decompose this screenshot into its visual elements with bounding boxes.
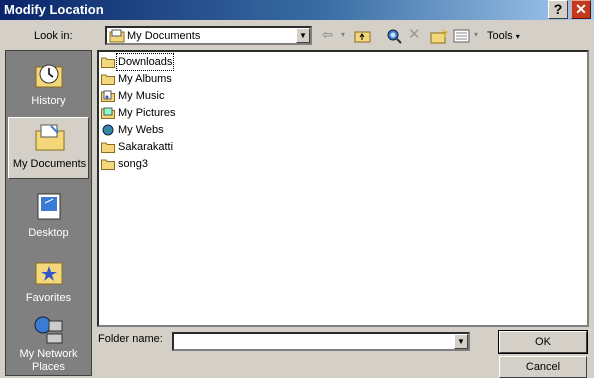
views-dropdown-icon[interactable]: ▾	[474, 28, 478, 42]
delete-icon[interactable]: ✕	[408, 27, 421, 42]
chevron-down-icon[interactable]: ▼	[454, 334, 468, 349]
close-icon: ✕	[575, 1, 587, 17]
place-history[interactable]: History	[8, 55, 89, 117]
folder-name-input[interactable]: ▼	[172, 332, 470, 351]
list-item[interactable]: Sakarakatti	[101, 139, 174, 155]
place-label: My Documents	[12, 158, 87, 170]
title-bar: Modify Location ? ✕	[0, 0, 594, 20]
desktop-icon	[37, 193, 61, 220]
music-folder-icon	[101, 90, 115, 103]
place-label: My Network Places	[19, 348, 78, 373]
my-documents-icon	[35, 124, 65, 151]
pictures-folder-icon	[101, 107, 115, 120]
list-item[interactable]: Downloads	[101, 53, 175, 71]
search-web-icon[interactable]	[385, 28, 403, 44]
cancel-button[interactable]: Cancel	[499, 356, 587, 378]
my-documents-small-icon	[109, 29, 125, 43]
place-favorites[interactable]: Favorites	[8, 252, 89, 314]
look-in-dropdown[interactable]: My Documents ▼	[105, 26, 312, 45]
list-item[interactable]: My Pictures	[101, 105, 176, 121]
list-item[interactable]: My Music	[101, 88, 165, 104]
places-bar: History My Documents Desktop Favorites M…	[5, 50, 92, 376]
views-icon[interactable]	[453, 28, 471, 44]
folder-icon	[101, 57, 115, 69]
favorites-icon	[35, 262, 63, 285]
web-folder-icon	[102, 124, 114, 136]
back-dropdown-icon[interactable]: ▾	[341, 28, 345, 42]
folder-name-label: Folder name:	[98, 333, 163, 345]
network-places-icon	[34, 316, 63, 344]
folder-icon	[101, 159, 115, 171]
place-label: Favorites	[25, 292, 72, 304]
place-network[interactable]: My Network Places	[8, 311, 89, 375]
ok-button[interactable]: OK	[498, 330, 588, 354]
new-folder-icon[interactable]	[430, 28, 448, 44]
back-icon[interactable]: ⇦	[322, 28, 333, 42]
window-title: Modify Location	[4, 2, 104, 17]
history-icon	[35, 64, 63, 88]
place-desktop[interactable]: Desktop	[8, 187, 89, 249]
help-button[interactable]: ?	[548, 0, 568, 19]
place-label: History	[31, 95, 66, 107]
list-item[interactable]: My Albums	[101, 71, 173, 87]
up-folder-icon[interactable]	[354, 28, 372, 44]
list-item[interactable]: My Webs	[101, 122, 165, 138]
tools-label: Tools	[487, 30, 513, 42]
look-in-label: Look in:	[34, 30, 73, 42]
file-list[interactable]: Downloads My Albums My Music My Pictures…	[97, 50, 589, 327]
folder-icon	[101, 142, 115, 154]
help-icon: ?	[553, 1, 563, 17]
place-my-documents[interactable]: My Documents	[8, 117, 89, 179]
place-label: Desktop	[28, 227, 69, 239]
look-in-value: My Documents	[127, 30, 201, 42]
list-item[interactable]: song3	[101, 156, 149, 172]
chevron-down-icon: ▾	[515, 32, 520, 41]
close-button[interactable]: ✕	[571, 0, 591, 19]
tools-button[interactable]: Tools ▾	[487, 30, 520, 42]
chevron-down-icon[interactable]: ▼	[296, 28, 310, 43]
folder-icon	[101, 74, 115, 86]
